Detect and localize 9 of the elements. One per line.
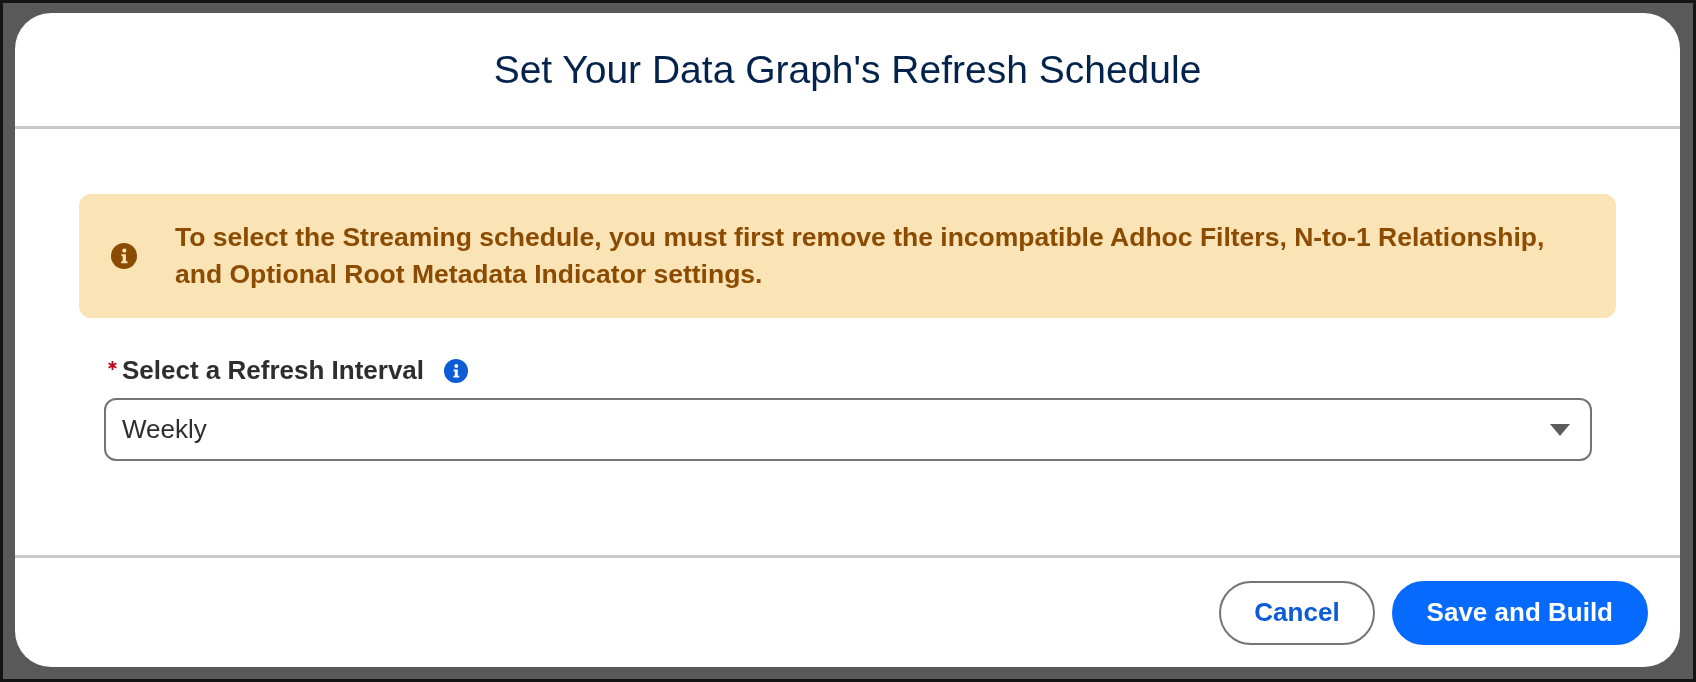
info-icon [111, 243, 137, 269]
dialog-title: Set Your Data Graph's Refresh Schedule [493, 47, 1202, 92]
field-label: Select a Refresh Interval [122, 355, 425, 386]
cancel-button[interactable]: Cancel [1219, 580, 1375, 645]
caret-icon [1550, 423, 1570, 436]
help-icon [444, 358, 469, 383]
warning-message: To select the Streaming schedule, you must first remove the incompatible Adhoc Filters, N-to-1 Relationship, and Optional Root Metadata Indicator settings. [175, 221, 1546, 291]
interval-dropdown[interactable]: Weekly [104, 398, 1592, 461]
save-button[interactable]: Save and Build [1391, 580, 1648, 645]
